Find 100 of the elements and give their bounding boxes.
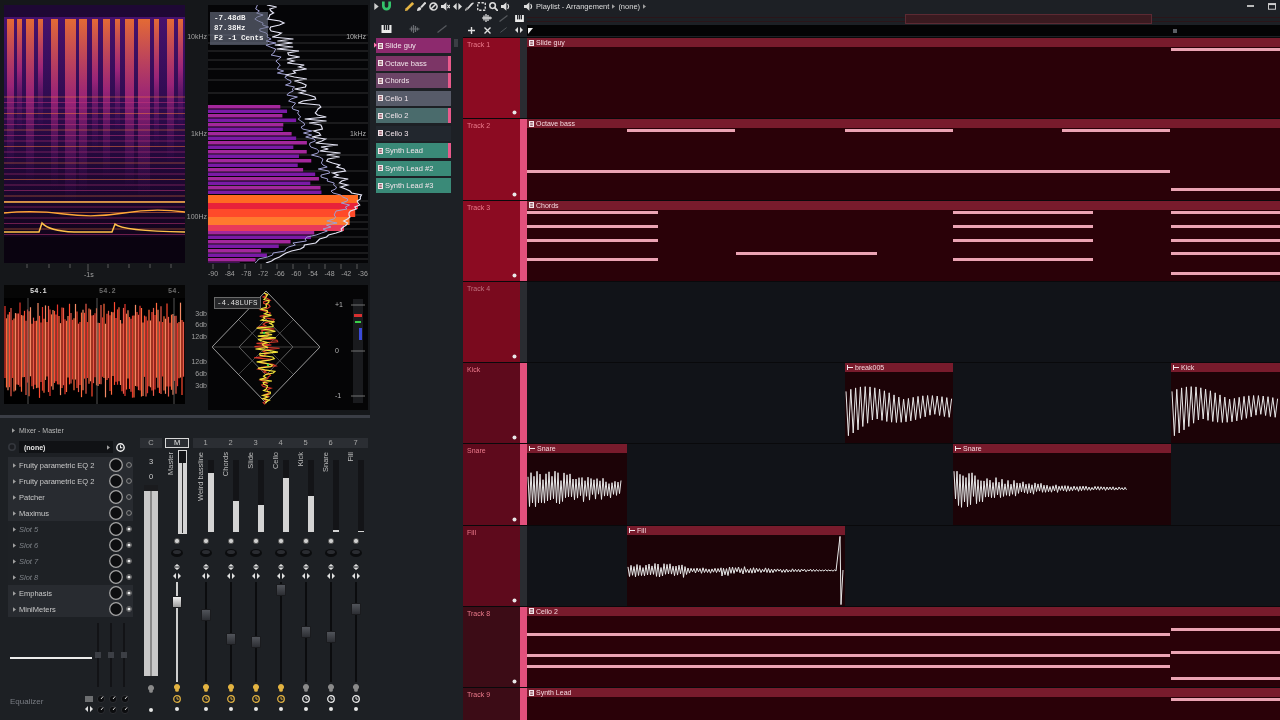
led-icon[interactable] (227, 538, 234, 544)
leftright-arrows-icon[interactable] (276, 572, 285, 579)
leftright-arrows-icon[interactable] (201, 572, 210, 579)
knob-icon[interactable] (97, 695, 105, 703)
led-icon[interactable] (512, 679, 517, 684)
fader-handle[interactable] (275, 583, 286, 596)
leftright-arrows-icon[interactable] (226, 572, 235, 579)
knob-icon[interactable] (109, 695, 117, 703)
led-icon[interactable] (512, 516, 517, 522)
updown-arrows-icon[interactable] (302, 563, 309, 570)
updown-arrows-icon[interactable] (227, 563, 234, 570)
led-icon[interactable] (126, 606, 132, 612)
bulb-icon[interactable] (174, 683, 180, 692)
piano-icon[interactable] (514, 14, 524, 22)
knob-icon[interactable] (121, 695, 129, 703)
caret-icon[interactable] (13, 510, 16, 516)
led-icon[interactable] (327, 538, 334, 544)
fader-handle[interactable] (172, 596, 182, 609)
knob-icon[interactable] (109, 570, 123, 584)
knife-icon[interactable] (465, 1, 474, 11)
updown-arrows-icon[interactable] (277, 563, 284, 570)
fader-handle[interactable] (325, 631, 336, 644)
dot-icon[interactable] (278, 707, 283, 711)
dot-icon[interactable] (149, 708, 153, 712)
fader-handle[interactable] (121, 652, 127, 658)
fader-handle[interactable] (108, 652, 114, 658)
knob-icon[interactable] (109, 474, 123, 488)
led-icon[interactable] (126, 542, 132, 548)
pencil-icon[interactable] (405, 1, 414, 11)
knob-icon[interactable] (109, 506, 123, 520)
led-icon[interactable] (126, 574, 132, 580)
knob-icon[interactable] (109, 602, 123, 616)
lines-icon[interactable] (85, 695, 93, 703)
cross-icon[interactable] (483, 26, 491, 34)
dot-icon[interactable] (175, 707, 179, 711)
led-icon[interactable] (302, 538, 309, 544)
updown-arrows-icon[interactable] (352, 563, 359, 570)
caret-icon[interactable] (13, 574, 16, 580)
dot-icon[interactable] (353, 707, 358, 711)
arrows-icon[interactable] (85, 706, 93, 712)
fader-handle[interactable] (200, 609, 211, 622)
clock-icon[interactable] (251, 694, 260, 703)
dot-icon[interactable] (303, 707, 308, 711)
clock-icon[interactable] (173, 694, 181, 703)
updown-arrows-icon[interactable] (327, 563, 334, 570)
knob-icon[interactable] (97, 706, 105, 714)
scrollbar-thumb[interactable] (905, 13, 1152, 24)
led-icon[interactable] (252, 538, 259, 544)
fader-handle[interactable] (225, 633, 236, 646)
led-icon[interactable] (512, 272, 517, 278)
bulb-icon[interactable] (352, 683, 359, 692)
knob-icon[interactable] (109, 706, 117, 714)
caret-icon[interactable] (12, 427, 15, 433)
caret-icon[interactable] (13, 462, 16, 468)
leftright-arrows-icon[interactable] (301, 572, 310, 579)
led-icon[interactable] (512, 354, 517, 359)
leftright-arrows-icon[interactable] (326, 572, 335, 579)
dot-icon[interactable] (228, 707, 233, 711)
clock-icon[interactable] (276, 694, 285, 703)
caret-icon[interactable] (13, 526, 16, 532)
caret-icon[interactable] (13, 478, 16, 484)
caret-icon[interactable] (13, 542, 16, 548)
knob-icon[interactable] (109, 458, 123, 472)
knob-icon[interactable] (109, 586, 123, 600)
knob-icon[interactable] (121, 706, 129, 714)
caret-icon[interactable] (13, 590, 16, 596)
plus-icon[interactable] (467, 26, 475, 34)
zoom-icon[interactable] (489, 1, 498, 11)
magnet-icon[interactable] (382, 1, 391, 11)
led-icon[interactable] (512, 110, 517, 116)
bulb-icon[interactable] (302, 683, 309, 692)
caret-icon[interactable] (13, 606, 16, 612)
fader-handle[interactable] (250, 635, 261, 648)
bulb-icon[interactable] (148, 684, 154, 693)
piano-icon[interactable] (381, 25, 392, 33)
dot-icon[interactable] (253, 707, 258, 711)
led-icon[interactable] (126, 590, 132, 596)
bulb-icon[interactable] (202, 683, 209, 692)
bulb-icon[interactable] (277, 683, 284, 692)
leftright-arrows-icon[interactable] (173, 572, 181, 579)
led-icon[interactable] (126, 558, 132, 564)
fader-handle[interactable] (95, 652, 101, 658)
led-icon[interactable] (126, 526, 132, 532)
updown-arrows-icon[interactable] (174, 563, 180, 570)
bulb-icon[interactable] (327, 683, 334, 692)
led-icon[interactable] (352, 538, 359, 544)
maximize-icon[interactable] (1268, 2, 1276, 10)
scrollbar-track[interactable] (527, 12, 1280, 25)
marker-icon[interactable] (528, 27, 533, 34)
arrows-icon[interactable] (515, 27, 523, 33)
updown-arrows-icon[interactable] (252, 563, 259, 570)
knob-icon[interactable] (109, 538, 123, 552)
led-icon[interactable] (277, 538, 284, 544)
caret-icon[interactable] (13, 558, 16, 564)
knob-icon[interactable] (109, 490, 123, 504)
knob-icon[interactable] (109, 554, 123, 568)
clock-icon[interactable] (226, 694, 235, 703)
led-icon[interactable] (174, 538, 180, 544)
speaker-icon[interactable] (501, 1, 510, 11)
speaker-icon[interactable] (524, 1, 533, 11)
